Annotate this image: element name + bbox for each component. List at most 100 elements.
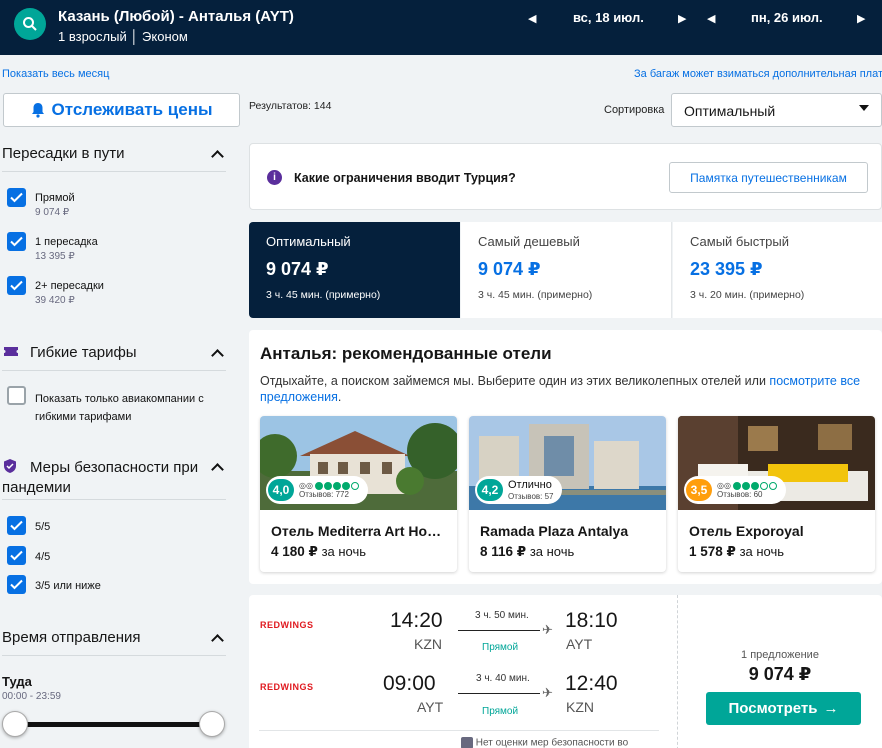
sort-value: Оптимальный — [684, 103, 776, 119]
hotel-price-value: 8 116 ₽ — [480, 544, 527, 559]
airline-logo-red: RED — [260, 682, 281, 692]
flexible-option-label: Показать только авиакомпании с гибкими т… — [35, 393, 204, 423]
tab-cheapest[interactable]: Самый дешевый 9 074 ₽ 3 ч. 45 мин. (прим… — [461, 222, 672, 318]
sort-label: Сортировка — [604, 104, 665, 116]
safety-filter-title[interactable]: Меры безопасности при пандемии — [2, 458, 207, 498]
depart-date[interactable]: вс, 18 июл. — [573, 10, 644, 25]
divider — [2, 171, 226, 172]
checkbox-two-plus-stops[interactable] — [7, 276, 26, 295]
tab-best[interactable]: Оптимальный 9 074 ₽ 3 ч. 45 мин. (пример… — [249, 222, 460, 318]
prev-depart-date-icon[interactable]: ◀ — [528, 12, 536, 25]
divider — [2, 655, 226, 656]
view-flight-button[interactable]: Посмотреть → — [706, 692, 861, 725]
checkbox-safety-4[interactable] — [7, 546, 26, 565]
departure-time: 14:20 — [390, 609, 443, 632]
stops-filter-title[interactable]: Пересадки в пути — [2, 145, 125, 162]
checkbox-safety-3[interactable] — [7, 575, 26, 594]
show-whole-month-link[interactable]: Показать весь месяц — [2, 68, 109, 80]
hotel-card[interactable]: 4,2 Отлично Отзывов: 57 Ramada Plaza Ant… — [469, 416, 666, 572]
divider — [2, 499, 226, 500]
time-slider-end-handle[interactable] — [199, 711, 225, 737]
per-night-label: за ночь — [321, 544, 367, 559]
next-return-date-icon[interactable]: ▶ — [857, 12, 865, 25]
safety-option-label: 3/5 или ниже — [35, 580, 101, 592]
track-prices-button[interactable]: Отслеживать цены — [3, 93, 240, 127]
rating-details: ◎◎ Отзывов: 772 — [299, 481, 360, 499]
hotels-title: Анталья: рекомендованные отели — [260, 344, 552, 363]
redwings-logo: REDWINGS — [260, 682, 314, 692]
departure-time-title[interactable]: Время отправления — [2, 629, 141, 646]
sort-select[interactable]: Оптимальный — [671, 93, 882, 127]
outbound-leg-label: Туда — [2, 674, 32, 689]
traveler-memo-button[interactable]: Памятка путешественникам — [669, 162, 868, 193]
stops-option-price: 13 395 ₽ — [35, 251, 75, 262]
tripadvisor-icon: ◎◎ — [299, 481, 360, 490]
view-flight-label: Посмотреть — [728, 700, 818, 717]
shield-icon — [461, 737, 473, 748]
safety-option-label: 5/5 — [35, 521, 51, 533]
checkbox-direct[interactable] — [7, 188, 26, 207]
hotel-card[interactable]: 4,0 ◎◎ Отзывов: 772 Отель Mediterra Art … — [260, 416, 457, 572]
stops-label: Прямой — [482, 706, 519, 717]
info-icon: i — [267, 170, 282, 185]
checkbox-one-stop[interactable] — [7, 232, 26, 251]
tab-price: 9 074 ₽ — [478, 259, 541, 279]
search-header[interactable]: Казань (Любой) - Анталья (AYT) 1 взрослы… — [0, 0, 882, 55]
airline-logo-red: RED — [260, 620, 281, 630]
stops-option-price: 9 074 ₽ — [35, 207, 70, 218]
hotel-price: 1 578 ₽ за ночь — [689, 544, 784, 560]
chevron-up-icon[interactable] — [211, 463, 224, 476]
hotel-card[interactable]: 3,5 ◎◎ Отзывов: 60 Отель Exporoyal 1 578… — [678, 416, 875, 572]
chevron-up-icon[interactable] — [211, 634, 224, 647]
rating-word: Отлично — [508, 479, 552, 492]
baggage-note-link[interactable]: За багаж может взиматься дополнительная … — [634, 68, 882, 80]
checkbox-flexible-only[interactable] — [7, 386, 26, 405]
checkbox-safety-5[interactable] — [7, 516, 26, 535]
departure-time: 09:00 — [383, 672, 436, 695]
hotels-subtitle-end: . — [337, 390, 342, 404]
rating-score: 4,0 — [268, 479, 294, 501]
arrow-right-icon: → — [823, 700, 839, 717]
tab-title: Оптимальный — [266, 234, 351, 249]
tab-price: 9 074 ₽ — [266, 259, 329, 279]
passengers-class[interactable]: 1 взрослый │ Эконом — [58, 29, 188, 44]
chevron-up-icon[interactable] — [211, 150, 224, 163]
review-count: Отзывов: 60 — [717, 490, 763, 499]
offers-count: 1 предложение — [741, 649, 819, 661]
time-slider-start-handle[interactable] — [2, 711, 28, 737]
tab-title: Самый быстрый — [690, 234, 789, 249]
per-night-label: за ночь — [529, 544, 575, 559]
caret-down-icon — [859, 105, 869, 111]
safety-note: Нет оценки мер безопасности во — [461, 737, 628, 748]
stops-option-label: 2+ пересадки — [35, 280, 104, 292]
flexible-filter-title[interactable]: Гибкие тарифы — [30, 344, 137, 361]
hotel-name: Отель Exporoyal — [689, 523, 804, 539]
arrival-airport: KZN — [566, 699, 594, 715]
search-icon[interactable] — [14, 8, 46, 40]
per-night-label: за ночь — [739, 544, 785, 559]
flight-price: 9 074 ₽ — [748, 664, 812, 684]
divider — [259, 730, 659, 731]
rating-details: ◎◎ Отзывов: 60 — [717, 481, 778, 499]
plane-icon: ✈ — [542, 622, 553, 637]
airline-logo-rest: WINGS — [280, 620, 314, 630]
departure-airport: KZN — [414, 636, 442, 652]
flight-duration: 3 ч. 50 мин. — [475, 610, 529, 621]
next-depart-date-icon[interactable]: ▶ — [678, 12, 686, 25]
tab-price: 23 395 ₽ — [690, 259, 763, 279]
track-prices-label: Отслеживать цены — [51, 100, 213, 119]
tab-fastest[interactable]: Самый быстрый 23 395 ₽ 3 ч. 20 мин. (при… — [673, 222, 882, 318]
hotels-subtitle: Отдыхайте, а поиском займемся мы. Выбери… — [260, 373, 875, 405]
hotel-price: 4 180 ₽ за ночь — [271, 544, 366, 560]
route-title[interactable]: Казань (Любой) - Анталья (AYT) — [58, 8, 294, 25]
rating-badge: 4,2 Отлично Отзывов: 57 — [475, 476, 562, 504]
return-date[interactable]: пн, 26 июл. — [751, 10, 823, 25]
prev-return-date-icon[interactable]: ◀ — [707, 12, 715, 25]
rating-badge: 3,5 ◎◎ Отзывов: 60 — [684, 476, 787, 504]
stops-label: Прямой — [482, 642, 519, 653]
chevron-up-icon[interactable] — [211, 349, 224, 362]
time-range-track[interactable] — [12, 722, 212, 727]
hotel-name: Ramada Plaza Antalya — [480, 523, 629, 539]
results-count: Результатов: 144 — [249, 100, 332, 112]
flight-duration: 3 ч. 40 мин. — [476, 673, 530, 684]
